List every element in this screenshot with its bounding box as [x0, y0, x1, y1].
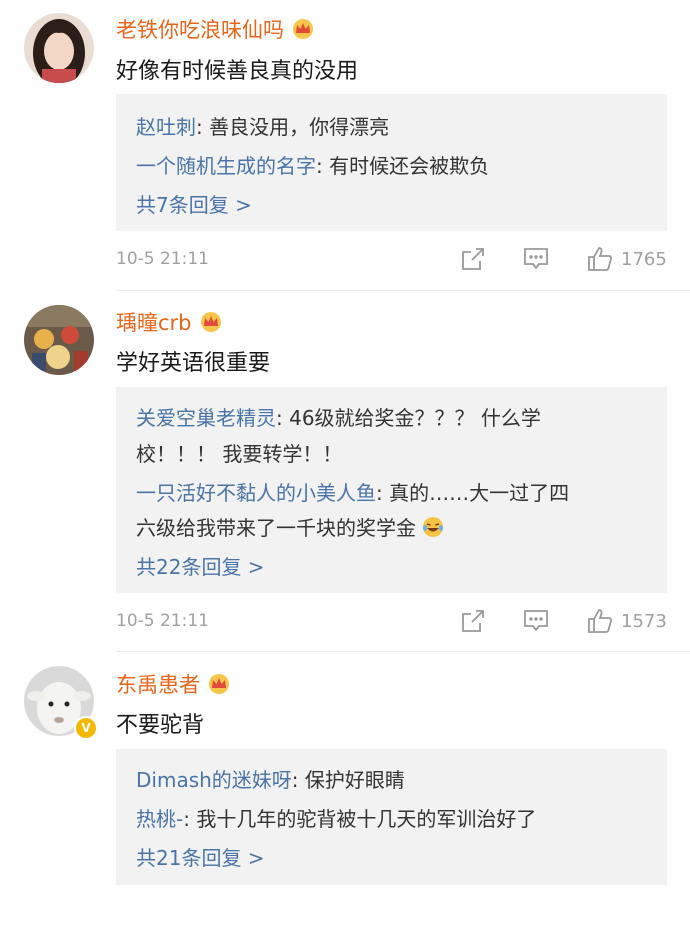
- reply-item[interactable]: 热桃-: 我十几年的驼背被十几天的军训治好了: [136, 803, 536, 832]
- comment-text: 不要驼背: [116, 713, 205, 738]
- reply-username[interactable]: Dimash的迷妹呀: [136, 768, 292, 792]
- reply-username[interactable]: 关爱空巢老精灵: [136, 406, 276, 430]
- comment-item: 瑀曈crb 学好英语很重要 关爱空巢老精灵: 46级就给奖金？？？ 什么学 校！…: [0, 291, 690, 651]
- username[interactable]: 东禹患者: [116, 669, 232, 699]
- reply-item[interactable]: 一个随机生成的名字: 有时候还会被欺负: [136, 150, 489, 179]
- reply-text-continued-wrap: 六级给我带来了一千块的奖学金: [136, 512, 444, 543]
- comment-item: 老铁你吃浪味仙吗 好像有时候善良真的没用 赵吐刺: 善良没用，你得漂亮 一个随机…: [0, 0, 690, 290]
- reply-username[interactable]: 一只活好不黏人的小美人鱼: [136, 481, 376, 505]
- reply-text-continued: 六级给我带来了一千块的奖学金: [136, 516, 416, 540]
- reply-username[interactable]: 热桃-: [136, 807, 183, 831]
- reply-item[interactable]: Dimash的迷妹呀: 保护好眼睛: [136, 764, 405, 793]
- vip-crown-icon: [290, 18, 316, 40]
- share-icon[interactable]: [459, 245, 487, 273]
- reply-item[interactable]: 赵吐刺: 善良没用，你得漂亮: [136, 111, 389, 140]
- verified-badge-icon: V: [74, 716, 98, 740]
- thumbs-up-icon[interactable]: [586, 607, 614, 635]
- comment-text: 好像有时候善良真的没用: [116, 59, 359, 84]
- username[interactable]: 瑀曈crb: [116, 307, 224, 337]
- reply-text: : 保护好眼睛: [291, 768, 405, 792]
- comment-icon[interactable]: [522, 245, 550, 273]
- username-text[interactable]: 瑀曈crb: [116, 307, 192, 337]
- reply-item[interactable]: 一只活好不黏人的小美人鱼: 真的……大一过了四: [136, 477, 569, 506]
- reply-box[interactable]: 赵吐刺: 善良没用，你得漂亮 一个随机生成的名字: 有时候还会被欺负 共7条回复…: [116, 94, 667, 231]
- reply-text: : 46级就给奖金？？？ 什么学: [276, 406, 541, 430]
- comment-text: 学好英语很重要: [116, 351, 271, 376]
- share-icon[interactable]: [459, 607, 487, 635]
- laughing-tears-emoji: [422, 516, 444, 543]
- reply-text-continued: 校！！！ 我要转学！！: [136, 442, 343, 466]
- reply-box[interactable]: Dimash的迷妹呀: 保护好眼睛 热桃-: 我十几年的驼背被十几天的军训治好了…: [116, 749, 667, 885]
- view-more-replies[interactable]: 共21条回复 >: [136, 842, 265, 871]
- view-more-replies[interactable]: 共7条回复 >: [136, 189, 252, 218]
- view-more-replies[interactable]: 共22条回复 >: [136, 551, 265, 580]
- comment-icon[interactable]: [522, 607, 550, 635]
- username-text[interactable]: 东禹患者: [116, 669, 200, 699]
- reply-text: : 善良没用，你得漂亮: [196, 115, 390, 139]
- like-count[interactable]: 1765: [621, 249, 667, 270]
- comment-meta: 10-5 21:11 1765: [116, 245, 668, 275]
- comment-meta: 10-5 21:11 1573: [116, 607, 668, 637]
- reply-item[interactable]: 关爱空巢老精灵: 46级就给奖金？？？ 什么学: [136, 402, 541, 431]
- reply-username[interactable]: 一个随机生成的名字: [136, 154, 316, 178]
- username[interactable]: 老铁你吃浪味仙吗: [116, 14, 316, 44]
- thumbs-up-icon[interactable]: [586, 245, 614, 273]
- reply-text: : 我十几年的驼背被十几天的军训治好了: [183, 807, 537, 831]
- like-count[interactable]: 1573: [621, 611, 667, 632]
- timestamp: 10-5 21:11: [116, 611, 209, 631]
- timestamp: 10-5 21:11: [116, 249, 209, 269]
- vip-crown-icon: [206, 673, 232, 695]
- reply-text: : 真的……大一过了四: [376, 481, 570, 505]
- comment-item: V 东禹患者 不要驼背 Dimash的迷妹呀: 保护好眼睛 热桃-: 我十几年的…: [0, 652, 690, 932]
- reply-username[interactable]: 赵吐刺: [136, 115, 196, 139]
- avatar[interactable]: [24, 305, 94, 375]
- username-text[interactable]: 老铁你吃浪味仙吗: [116, 14, 284, 44]
- avatar[interactable]: [24, 13, 94, 83]
- reply-box[interactable]: 关爱空巢老精灵: 46级就给奖金？？？ 什么学 校！！！ 我要转学！！ 一只活好…: [116, 387, 667, 593]
- reply-text: : 有时候还会被欺负: [316, 154, 490, 178]
- vip-crown-icon: [198, 311, 224, 333]
